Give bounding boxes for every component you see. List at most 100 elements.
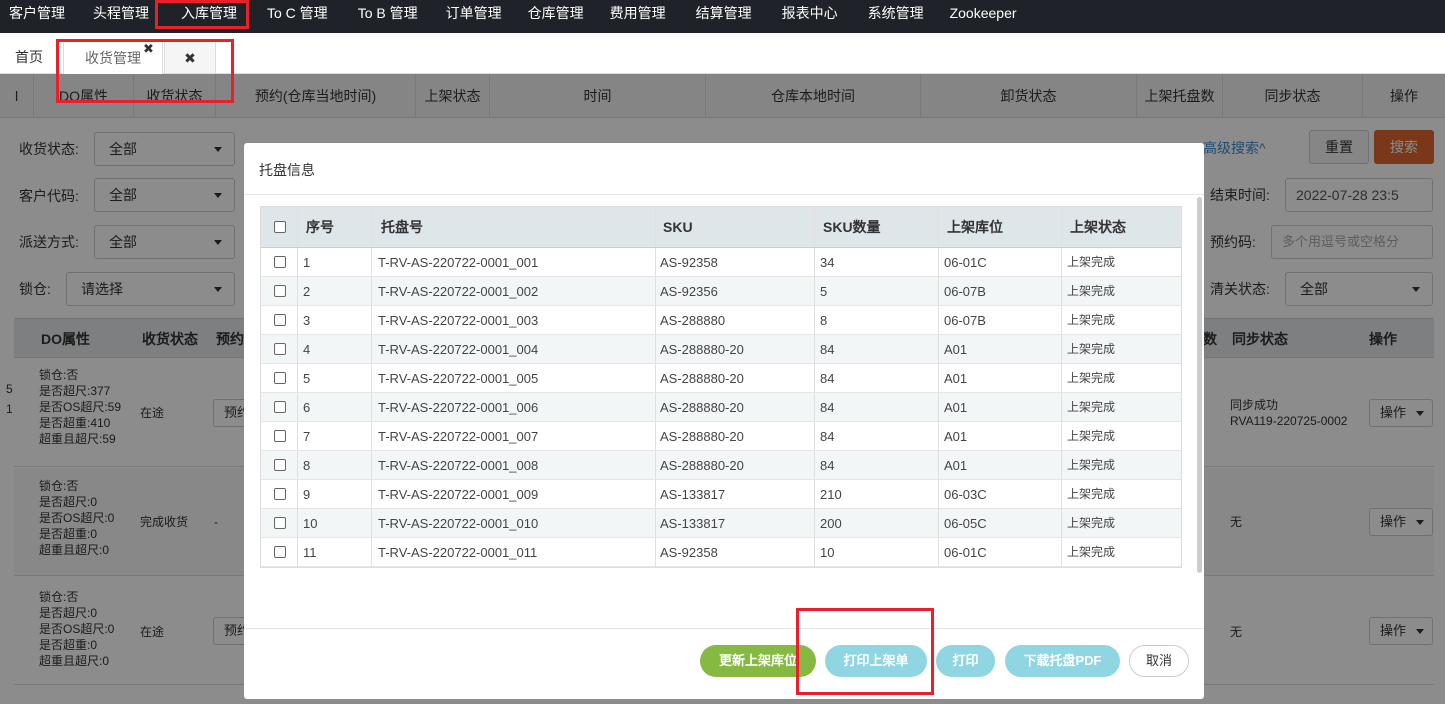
row-checkbox[interactable] [274, 343, 286, 355]
pallet-table-header: 序号 托盘号 SKU SKU数量 上架库位 上架状态 [261, 207, 1181, 248]
col-divider [814, 364, 815, 392]
cell-index: 8 [303, 458, 311, 473]
col-divider [297, 335, 298, 363]
cell-putaway-status: 上架完成 [1067, 255, 1116, 269]
cell-index: 7 [303, 429, 311, 444]
col-divider [814, 277, 815, 305]
select-all-checkbox[interactable] [274, 221, 286, 233]
print-button[interactable]: 打印 [936, 645, 995, 677]
table-row[interactable]: 7 T-RV-AS-220722-0001_007 AS-288880-20 84 A0… [261, 422, 1181, 451]
update-location-button[interactable]: 更新上架库位 [700, 645, 816, 677]
cell-sku: AS-288880-20 [660, 400, 744, 415]
download-pallet-pdf-button[interactable]: 下载托盘PDF [1005, 645, 1120, 677]
cell-sku: AS-133817 [660, 487, 726, 502]
print-putaway-button[interactable]: 打印上架单 [825, 645, 927, 677]
nav-reports[interactable]: 报表中心 [766, 0, 852, 33]
row-checkbox[interactable] [274, 314, 286, 326]
col-divider [1061, 538, 1062, 566]
table-row[interactable]: 5 T-RV-AS-220722-0001_005 AS-288880-20 84 A0… [261, 364, 1181, 393]
col-putaway-status: 上架状态 [1070, 219, 1126, 235]
row-checkbox[interactable] [274, 488, 286, 500]
col-divider [1061, 393, 1062, 421]
cell-location: A01 [944, 400, 968, 415]
cell-putaway-status: 上架完成 [1067, 458, 1116, 472]
table-row[interactable]: 1 T-RV-AS-220722-0001_001 AS-92358 34 06-01C… [261, 248, 1181, 277]
col-divider [655, 538, 656, 566]
cancel-button[interactable]: 取消 [1129, 645, 1189, 677]
col-divider [938, 207, 939, 247]
cell-index: 6 [303, 400, 311, 415]
row-checkbox[interactable] [274, 546, 286, 558]
cell-sku: AS-288880-20 [660, 429, 744, 444]
col-divider [371, 335, 372, 363]
nav-orders[interactable]: 订单管理 [432, 0, 516, 33]
pallet-table: 序号 托盘号 SKU SKU数量 上架库位 上架状态 1 T-RV-AS-2207… [260, 206, 1182, 568]
row-checkbox[interactable] [274, 372, 286, 384]
nav-to-b[interactable]: To B 管理 [342, 0, 432, 33]
row-checkbox[interactable] [274, 256, 286, 268]
col-divider [297, 509, 298, 537]
tab-home[interactable]: 首页 [15, 41, 43, 74]
nav-fees[interactable]: 费用管理 [598, 0, 680, 33]
cell-putaway-status: 上架完成 [1067, 545, 1116, 559]
nav-warehouse[interactable]: 仓库管理 [516, 0, 598, 33]
row-checkbox[interactable] [274, 285, 286, 297]
cell-location: A01 [944, 458, 968, 473]
tab-bar: 首页 收货管理 ✖ ✖ [0, 33, 1445, 74]
nav-settlement[interactable]: 结算管理 [680, 0, 766, 33]
nav-system[interactable]: 系统管理 [852, 0, 938, 33]
cell-putaway-status: 上架完成 [1067, 516, 1116, 530]
table-row[interactable]: 9 T-RV-AS-220722-0001_009 AS-133817 210 06-0… [261, 480, 1181, 509]
col-divider [814, 509, 815, 537]
col-divider [297, 538, 298, 566]
col-divider [297, 480, 298, 508]
nav-inbound[interactable]: 入库管理 [163, 0, 259, 33]
table-row[interactable]: 2 T-RV-AS-220722-0001_002 AS-92356 5 06-07B 上… [261, 277, 1181, 306]
col-divider [371, 393, 372, 421]
cell-sku-qty: 34 [820, 255, 835, 270]
cell-putaway-status: 上架完成 [1067, 400, 1116, 414]
close-all-tabs-icon[interactable]: ✖ [164, 41, 216, 74]
close-icon[interactable]: ✖ [143, 41, 154, 57]
col-divider [371, 451, 372, 479]
cell-pallet-no: T-RV-AS-220722-0001_009 [378, 487, 539, 502]
col-divider [655, 207, 656, 247]
col-divider [938, 480, 939, 508]
table-row[interactable]: 3 T-RV-AS-220722-0001_003 AS-288880 8 06-07B… [261, 306, 1181, 335]
nav-first-leg[interactable]: 头程管理 [79, 0, 163, 33]
col-divider [938, 277, 939, 305]
pallet-info-modal: 托盘信息 序号 托盘号 SKU SKU数量 上架库位 上架状态 1 T-RV-AS… [244, 143, 1204, 699]
row-checkbox[interactable] [274, 459, 286, 471]
col-pallet-no: 托盘号 [381, 219, 423, 235]
cell-index: 10 [303, 516, 318, 531]
col-sku: SKU [663, 219, 693, 235]
top-nav: 客户管理 头程管理 入库管理 To C 管理 To B 管理 订单管理 仓库管理… [0, 0, 1445, 33]
cell-putaway-status: 上架完成 [1067, 342, 1116, 356]
table-row[interactable]: 6 T-RV-AS-220722-0001_006 AS-288880-20 84 A0… [261, 393, 1181, 422]
divider [244, 194, 1204, 195]
col-divider [655, 451, 656, 479]
table-row[interactable]: 11 T-RV-AS-220722-0001_011 AS-92358 10 06-01… [261, 538, 1181, 567]
cell-location: A01 [944, 429, 968, 444]
cell-pallet-no: T-RV-AS-220722-0001_005 [378, 371, 539, 386]
row-checkbox[interactable] [274, 517, 286, 529]
row-checkbox[interactable] [274, 430, 286, 442]
table-row[interactable]: 8 T-RV-AS-220722-0001_008 AS-288880-20 84 A0… [261, 451, 1181, 480]
row-checkbox[interactable] [274, 401, 286, 413]
nav-customer[interactable]: 客户管理 [0, 0, 79, 33]
col-divider [938, 335, 939, 363]
cell-sku-qty: 5 [820, 284, 828, 299]
nav-zookeeper[interactable]: Zookeeper [938, 0, 1031, 33]
table-row[interactable]: 4 T-RV-AS-220722-0001_004 AS-288880-20 84 A0… [261, 335, 1181, 364]
cell-sku: AS-133817 [660, 516, 726, 531]
table-row[interactable]: 10 T-RV-AS-220722-0001_010 AS-133817 200 06-… [261, 509, 1181, 538]
col-divider [1061, 306, 1062, 334]
cell-putaway-status: 上架完成 [1067, 429, 1116, 443]
pallet-table-body: 1 T-RV-AS-220722-0001_001 AS-92358 34 06-01C… [261, 248, 1181, 567]
col-divider [814, 393, 815, 421]
col-divider [938, 306, 939, 334]
nav-to-c[interactable]: To C 管理 [259, 0, 342, 33]
modal-scrollbar[interactable] [1197, 197, 1202, 573]
cell-sku-qty: 84 [820, 429, 835, 444]
col-divider [297, 207, 298, 247]
